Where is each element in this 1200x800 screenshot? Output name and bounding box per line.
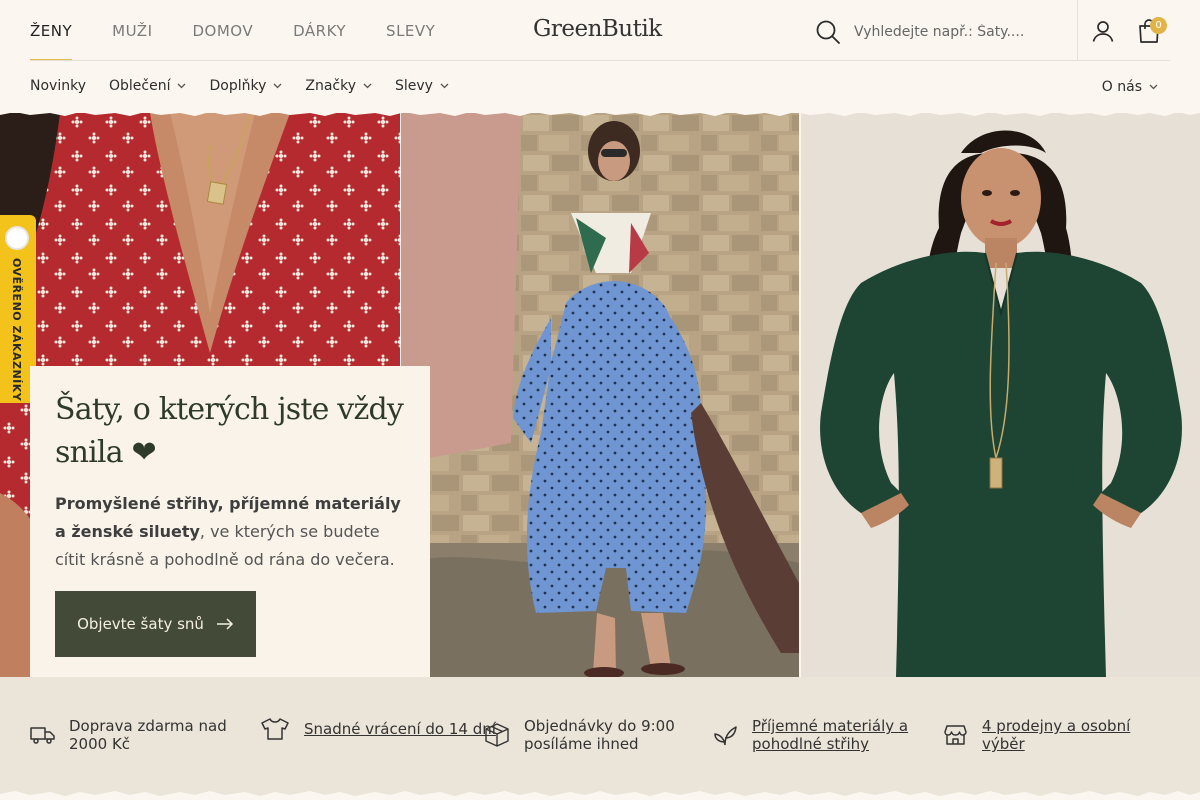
nav-item-znacky[interactable]: Značky — [305, 78, 372, 94]
top-header: ŽENY MUŽI DOMOV DÁRKY SLEVY GreenButik 0 — [0, 0, 1200, 62]
chevron-down-icon — [273, 83, 282, 89]
tab-muzi[interactable]: MUŽI — [112, 0, 152, 61]
nav-item-novinky[interactable]: Novinky — [30, 78, 86, 94]
search-icon[interactable] — [815, 19, 841, 45]
nav-item-label: Oblečení — [108, 78, 171, 94]
nav-item-doplnky[interactable]: Doplňky — [209, 78, 282, 94]
usp-materials[interactable]: Příjemné materiály a pohodlné střihy — [713, 717, 923, 753]
search-input[interactable] — [854, 24, 1034, 40]
nav-item-label: Značky — [305, 78, 356, 94]
chevron-down-icon — [363, 83, 372, 89]
usp-text: Doprava zdarma nad 2000 Kč — [69, 717, 227, 753]
chevron-down-icon — [178, 83, 186, 89]
hero-title: Šaty, o kterých jste vždy snila ❤ — [55, 392, 404, 470]
stores-link[interactable]: 4 prodejny a osobní výběr — [982, 717, 1173, 753]
nav-item-about[interactable]: O nás — [1102, 79, 1158, 95]
tab-label: DOMOV — [192, 21, 254, 40]
usp-free-shipping: Doprava zdarma nad 2000 Kč — [30, 717, 230, 753]
tshirt-icon — [261, 718, 289, 740]
tab-zeny[interactable]: ŽENY — [30, 0, 73, 62]
cart-count-badge: 0 — [1150, 17, 1167, 34]
tab-label: ŽENY — [30, 21, 73, 40]
nav-item-label: O nás — [1101, 79, 1142, 95]
brand-logo[interactable]: GreenButik — [533, 16, 662, 42]
truck-icon — [30, 727, 55, 744]
nav-item-label: Slevy — [395, 78, 433, 94]
tab-label: DÁRKY — [293, 21, 347, 40]
hero-description: Promyšlené střihy, příjemné materiály a … — [55, 490, 405, 574]
discover-dresses-button[interactable]: Objevte šaty snů — [55, 591, 256, 657]
leaf-icon — [714, 726, 737, 746]
materials-link[interactable]: Příjemné materiály a pohodlné střihy — [752, 717, 923, 753]
tab-domov[interactable]: DOMOV — [193, 0, 254, 61]
tab-darky[interactable]: DÁRKY — [293, 0, 346, 61]
torn-paper-edge-bottom — [0, 791, 1200, 800]
verified-badge-label: OVĚŘENO ZÁKAZNÍKY — [10, 258, 23, 402]
nav-item-slevy[interactable]: Slevy — [395, 78, 449, 94]
store-icon — [944, 725, 967, 745]
easy-returns-link[interactable]: Snadné vrácení do 14 dní — [304, 720, 496, 738]
torn-paper-edge — [0, 109, 1200, 116]
nav-item-label: Novinky — [30, 78, 86, 94]
usp-easy-returns[interactable]: Snadné vrácení do 14 dní — [260, 717, 500, 741]
hero-photo-green-dress[interactable] — [801, 113, 1200, 677]
usp-text: Objednávky do 9:00 posíláme ihned — [524, 717, 675, 753]
heureka-seal-icon — [5, 226, 29, 250]
tab-label: MUŽI — [112, 21, 153, 40]
nav-item-obleceni[interactable]: Oblečení — [109, 78, 186, 94]
hero-photo-blue-dress[interactable] — [401, 113, 799, 677]
search-bar[interactable] — [815, 18, 1045, 46]
tab-slevy[interactable]: SLEVY — [386, 0, 435, 61]
header-divider — [1077, 0, 1078, 60]
tab-label: SLEVY — [386, 21, 436, 40]
cta-label: Objevte šaty snů — [77, 615, 204, 633]
usp-stores[interactable]: 4 prodejny a osobní výběr — [943, 717, 1173, 753]
box-icon — [485, 723, 509, 747]
chevron-down-icon — [1149, 84, 1158, 90]
gender-tabs: ŽENY MUŽI DOMOV DÁRKY SLEVY — [30, 0, 475, 62]
usp-bar: Doprava zdarma nad 2000 Kč Snadné vrácen… — [0, 677, 1200, 800]
nav-item-label: Doplňky — [209, 78, 267, 94]
hero-text-card: Šaty, o kterých jste vždy snila ❤ Promyš… — [30, 366, 430, 694]
chevron-down-icon — [440, 83, 449, 89]
usp-fast-dispatch: Objednávky do 9:00 posíláme ihned — [484, 717, 694, 753]
user-icon[interactable] — [1091, 19, 1115, 43]
arrow-right-icon — [216, 618, 233, 630]
category-nav: Novinky Oblečení Doplňky Značky Slevy O … — [0, 61, 1200, 113]
